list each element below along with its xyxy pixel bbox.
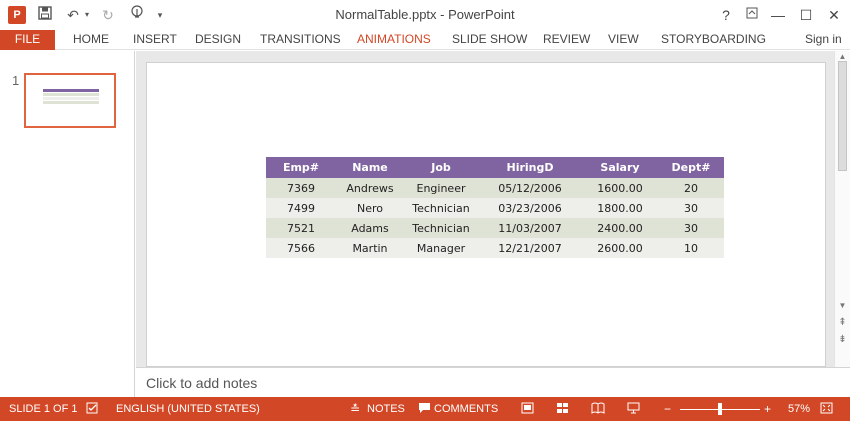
employee-table[interactable]: Emp# Name Job HiringD Salary Dept# 7369 … [266, 157, 724, 258]
tab-animations[interactable]: ANIMATIONS [357, 30, 431, 50]
slide-thumbnail-pane: 1 [0, 51, 135, 397]
tab-insert[interactable]: INSERT [133, 30, 177, 50]
language-indicator[interactable]: ENGLISH (UNITED STATES) [116, 403, 260, 416]
spelling-check-icon[interactable] [86, 402, 99, 418]
normal-view-icon[interactable] [521, 402, 534, 417]
status-bar: SLIDE 1 OF 1 ENGLISH (UNITED STATES) ≛ N… [0, 397, 850, 421]
scroll-down-arrow-icon[interactable]: ▼ [835, 301, 850, 310]
table-cell[interactable]: 2600.00 [582, 238, 658, 258]
tab-storyboarding[interactable]: STORYBOARDING [661, 30, 766, 50]
table-cell[interactable]: 7566 [266, 238, 336, 258]
slide-thumbnail[interactable] [24, 73, 116, 128]
table-cell[interactable]: Technician [404, 198, 478, 218]
help-icon[interactable]: ? [714, 4, 738, 26]
table-cell[interactable]: 1600.00 [582, 178, 658, 198]
slide-sorter-view-icon[interactable] [556, 402, 569, 417]
table-cell[interactable]: 30 [658, 218, 724, 238]
table-header-cell[interactable]: HiringD [478, 157, 582, 178]
table-cell[interactable]: 2400.00 [582, 218, 658, 238]
table-row: 7566 Martin Manager 12/21/2007 2600.00 1… [266, 238, 724, 258]
table-header-cell[interactable]: Job [404, 157, 478, 178]
table-cell[interactable]: 1800.00 [582, 198, 658, 218]
table-row: 7369 Andrews Engineer 05/12/2006 1600.00… [266, 178, 724, 198]
table-header-cell[interactable]: Salary [582, 157, 658, 178]
table-cell[interactable]: Andrews [336, 178, 404, 198]
slide-canvas[interactable]: Emp# Name Job HiringD Salary Dept# 7369 … [146, 62, 826, 367]
ribbon-tabs: FILE HOME INSERT DESIGN TRANSITIONS ANIM… [0, 30, 850, 50]
notes-placeholder[interactable]: Click to add notes [146, 375, 257, 391]
ribbon-display-options-icon[interactable] [740, 4, 764, 26]
table-header-row: Emp# Name Job HiringD Salary Dept# [266, 157, 724, 178]
tab-view[interactable]: VIEW [608, 30, 639, 50]
zoom-level[interactable]: 57% [788, 403, 810, 416]
table-cell[interactable]: 7369 [266, 178, 336, 198]
title-bar: P ↶ ▾ ↻ ▾ NormalTable.pptx - PowerPoint … [0, 0, 850, 30]
sign-in-link[interactable]: Sign in [805, 30, 842, 50]
table-row: 7521 Adams Technician 11/03/2007 2400.00… [266, 218, 724, 238]
vertical-scrollbar[interactable]: ▲ ▼ ⇞ ⇟ [834, 51, 850, 367]
table-cell[interactable]: Martin [336, 238, 404, 258]
table-cell[interactable]: Nero [336, 198, 404, 218]
tab-transitions[interactable]: TRANSITIONS [260, 30, 341, 50]
scroll-up-arrow-icon[interactable]: ▲ [835, 52, 850, 61]
table-cell[interactable]: 10 [658, 238, 724, 258]
table-cell[interactable]: 11/03/2007 [478, 218, 582, 238]
tab-slide-show[interactable]: SLIDE SHOW [452, 30, 527, 50]
scrollbar-thumb[interactable] [838, 61, 847, 171]
maximize-icon[interactable]: ☐ [794, 4, 818, 26]
tab-review[interactable]: REVIEW [543, 30, 590, 50]
table-cell[interactable]: 03/23/2006 [478, 198, 582, 218]
thumbnail-table-preview [43, 89, 99, 104]
tab-file[interactable]: FILE [0, 30, 55, 50]
table-cell[interactable]: Technician [404, 218, 478, 238]
table-cell[interactable]: 7499 [266, 198, 336, 218]
table-cell[interactable]: 20 [658, 178, 724, 198]
table-header-cell[interactable]: Dept# [658, 157, 724, 178]
reading-view-icon[interactable] [591, 402, 605, 417]
tab-design[interactable]: DESIGN [195, 30, 241, 50]
zoom-slider-knob[interactable] [718, 403, 722, 415]
zoom-in-icon[interactable]: + [764, 402, 771, 416]
table-header-cell[interactable]: Emp# [266, 157, 336, 178]
zoom-out-icon[interactable]: − [664, 402, 671, 416]
tab-home[interactable]: HOME [73, 30, 109, 50]
table-cell[interactable]: 30 [658, 198, 724, 218]
notes-toggle-label[interactable]: NOTES [367, 403, 405, 416]
table-cell[interactable]: Manager [404, 238, 478, 258]
fit-slide-to-window-icon[interactable] [820, 402, 833, 417]
table-cell[interactable]: 05/12/2006 [478, 178, 582, 198]
comments-toggle-label[interactable]: COMMENTS [434, 403, 498, 416]
slide-show-icon[interactable] [627, 402, 640, 417]
next-slide-icon[interactable]: ⇟ [835, 334, 850, 345]
slide-editing-area: Emp# Name Job HiringD Salary Dept# 7369 … [136, 51, 834, 367]
slide-counter: SLIDE 1 OF 1 [9, 403, 78, 415]
table-row: 7499 Nero Technician 03/23/2006 1800.00 … [266, 198, 724, 218]
minimize-icon[interactable]: — [766, 4, 790, 26]
previous-slide-icon[interactable]: ⇞ [835, 317, 850, 328]
table-cell[interactable]: Adams [336, 218, 404, 238]
notes-pane[interactable]: Click to add notes [136, 367, 850, 397]
table-cell[interactable]: 7521 [266, 218, 336, 238]
close-icon[interactable]: ✕ [822, 4, 846, 26]
thumbnail-slide-number: 1 [12, 73, 20, 88]
table-cell[interactable]: Engineer [404, 178, 478, 198]
comments-icon[interactable] [418, 402, 431, 417]
table-cell[interactable]: 12/21/2007 [478, 238, 582, 258]
notes-icon[interactable]: ≛ [350, 402, 360, 416]
table-header-cell[interactable]: Name [336, 157, 404, 178]
